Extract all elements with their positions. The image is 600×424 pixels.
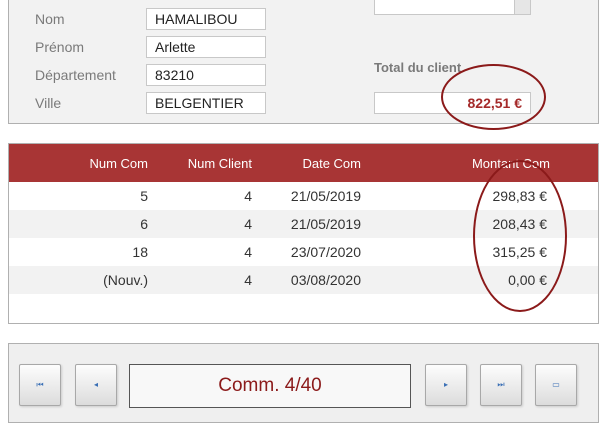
- cell-date-com[interactable]: 23/07/2020: [291, 244, 361, 260]
- client-selector-combo[interactable]: [374, 0, 531, 15]
- client-form: Nom HAMALIBOU Prénom Arlette Département…: [8, 0, 599, 124]
- orders-subform: Num Com Num Client Date Com Montant Com …: [8, 143, 599, 324]
- cell-date-com[interactable]: 21/05/2019: [291, 216, 361, 232]
- departement-field[interactable]: 83210: [146, 64, 266, 86]
- previous-record-button[interactable]: ◂: [75, 364, 117, 406]
- new-record-button[interactable]: ▭: [535, 364, 577, 406]
- first-record-button[interactable]: ⏮: [19, 364, 61, 406]
- record-counter: Comm. 4/40: [129, 364, 411, 408]
- table-row[interactable]: 5 4 21/05/2019 298,83 €: [9, 182, 598, 210]
- cell-montant-com[interactable]: 315,25 €: [493, 244, 548, 260]
- cell-date-com[interactable]: 03/08/2020: [291, 272, 361, 288]
- col-num-com[interactable]: Num Com: [89, 156, 148, 171]
- orders-header: Num Com Num Client Date Com Montant Com: [9, 144, 598, 182]
- cell-num-client[interactable]: 4: [244, 244, 252, 260]
- prenom-label: Prénom: [35, 39, 85, 55]
- col-date-com[interactable]: Date Com: [302, 156, 361, 171]
- table-row-new[interactable]: (Nouv.) 4 03/08/2020 0,00 €: [9, 266, 598, 294]
- last-icon: ⏭: [497, 380, 505, 389]
- cell-num-client[interactable]: 4: [244, 272, 252, 288]
- cell-montant-com[interactable]: 208,43 €: [493, 216, 548, 232]
- new-record-icon: ▭: [552, 380, 560, 389]
- nom-label: Nom: [35, 11, 65, 27]
- cell-montant-com[interactable]: 298,83 €: [493, 188, 548, 204]
- next-record-button[interactable]: ▸: [425, 364, 467, 406]
- departement-label: Département: [35, 67, 116, 83]
- total-client-field[interactable]: 822,51 €: [374, 92, 531, 114]
- col-montant-com[interactable]: Montant Com: [472, 156, 550, 171]
- next-icon: ▸: [443, 380, 448, 389]
- cell-num-client[interactable]: 4: [244, 188, 252, 204]
- cell-num-client[interactable]: 4: [244, 216, 252, 232]
- cell-num-com[interactable]: 6: [140, 216, 148, 232]
- cell-date-com[interactable]: 21/05/2019: [291, 188, 361, 204]
- col-num-client[interactable]: Num Client: [188, 156, 252, 171]
- table-row[interactable]: 6 4 21/05/2019 208,43 €: [9, 210, 598, 238]
- nom-field[interactable]: HAMALIBOU: [146, 8, 266, 30]
- total-client-label: Total du client: [374, 60, 462, 75]
- ville-label: Ville: [35, 95, 62, 111]
- first-icon: ⏮: [36, 380, 44, 389]
- total-client-value: 822,51 €: [467, 95, 523, 111]
- cell-num-com[interactable]: (Nouv.): [103, 272, 148, 288]
- cell-num-com[interactable]: 18: [132, 244, 148, 260]
- previous-icon: ◂: [93, 380, 98, 389]
- cell-num-com[interactable]: 5: [140, 188, 148, 204]
- combo-dropdown-button[interactable]: [514, 0, 531, 15]
- table-row[interactable]: 18 4 23/07/2020 315,25 €: [9, 238, 598, 266]
- navigation-bar: ⏮ ◂ Comm. 4/40 ▸ ⏭ ▭: [8, 343, 599, 423]
- prenom-field[interactable]: Arlette: [146, 36, 266, 58]
- cell-montant-com[interactable]: 0,00 €: [508, 272, 547, 288]
- last-record-button[interactable]: ⏭: [480, 364, 522, 406]
- ville-field[interactable]: BELGENTIER: [146, 92, 266, 114]
